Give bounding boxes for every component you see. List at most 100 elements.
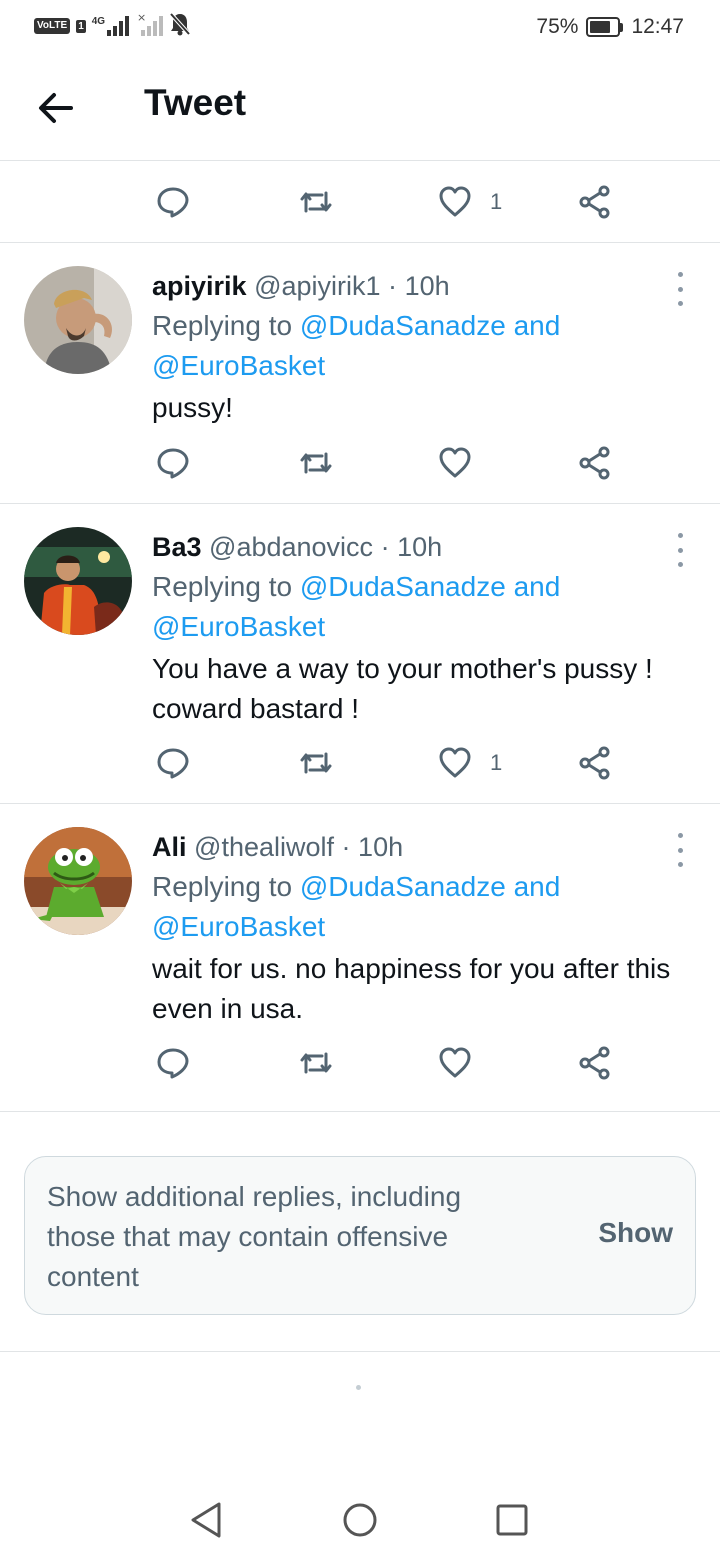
retweet-icon [300,452,332,474]
heart-icon [439,747,471,778]
reply-button[interactable] [156,733,190,793]
reply-icon [157,1048,189,1079]
retweet-icon [300,752,332,774]
more-options-button[interactable] [670,272,690,306]
share-icon [579,185,610,219]
heart-icon [439,186,471,217]
mention-link[interactable]: @DudaSanadze [300,871,506,902]
reply-button[interactable] [156,172,190,232]
separator: · [388,271,398,301]
more-options-button[interactable] [670,833,690,867]
main-tweet-actions: 1 [0,172,720,232]
more-dot-icon [677,533,683,538]
show-button[interactable]: Show [598,1217,673,1249]
share-icon [579,1046,610,1080]
network-type: 4G [91,16,106,27]
back-button[interactable] [32,84,80,132]
signal-icon: 4G [92,16,131,36]
tweet-actions [0,433,720,493]
retweet-button[interactable] [298,733,334,793]
separator: · [341,832,351,862]
divider [0,1111,720,1112]
replying-prefix: Replying to [152,571,293,602]
share-button[interactable] [578,1033,612,1093]
replying-to: Replying to @DudaSanadze and @EuroBasket [152,306,672,386]
status-bar: VoLTE 1 4G × 75% 12:47 [0,0,720,52]
retweet-icon [300,1052,332,1074]
display-name[interactable]: Ali [152,832,187,862]
share-button[interactable] [578,733,612,793]
mention-link[interactable]: @EuroBasket [152,350,325,381]
like-button[interactable] [438,1033,490,1093]
mention-link[interactable]: @DudaSanadze [300,310,506,341]
mention-and[interactable]: and [514,871,561,902]
clock: 12:47 [631,15,684,38]
recents-square-icon [496,1504,528,1536]
nav-recents-button[interactable] [488,1496,536,1544]
tweet-text: pussy! [152,392,233,423]
mention-link[interactable]: @DudaSanadze [300,571,506,602]
like-button[interactable]: 1 [438,172,502,232]
like-button[interactable] [438,433,490,493]
retweet-button[interactable] [298,1033,334,1093]
retweet-button[interactable] [298,433,334,493]
arrow-left-icon [39,93,73,123]
battery-icon [586,17,624,37]
timestamp[interactable]: 10h [405,271,450,301]
more-dot-icon [677,272,683,277]
replying-to: Replying to @DudaSanadze and @EuroBasket [152,567,672,647]
like-count: 1 [490,189,503,214]
replying-to: Replying to @DudaSanadze and @EuroBasket [152,867,672,947]
retweet-icon [300,191,332,213]
replying-prefix: Replying to [152,310,293,341]
volte-badge: VoLTE [34,18,71,34]
mention-link[interactable]: @EuroBasket [152,911,325,942]
mention-link[interactable]: @EuroBasket [152,611,325,642]
retweet-button[interactable] [298,172,334,232]
like-button[interactable]: 1 [438,733,502,793]
display-name[interactable]: Ba3 [152,532,202,562]
timestamp[interactable]: 10h [397,532,442,562]
more-options-button[interactable] [670,533,690,567]
divider [0,1351,720,1352]
display-name[interactable]: apiyirik [152,271,247,301]
nav-home-button[interactable] [336,1496,384,1544]
mute-icon [169,12,191,41]
replying-prefix: Replying to [152,871,293,902]
signal-off-icon: × [137,11,164,41]
avatar[interactable] [24,266,132,374]
share-button[interactable] [578,433,612,493]
status-left: VoLTE 1 4G × [34,11,191,41]
tweet-header: apiyirik @apiyirik1 · 10h [152,266,450,306]
separator: · [380,532,390,562]
tweet-header: Ali @thealiwolf · 10h [152,827,403,867]
nav-back-button[interactable] [182,1496,230,1544]
home-circle-icon [343,1503,377,1537]
tweet-header: Ba3 @abdanovicc · 10h [152,527,442,567]
reply-icon [157,748,189,779]
back-triangle-icon [191,1502,221,1538]
user-handle[interactable]: @abdanovicc [209,532,373,562]
svg-text:×: × [137,12,146,24]
reply-button[interactable] [156,433,190,493]
user-handle[interactable]: @thealiwolf [194,832,334,862]
timestamp[interactable]: 10h [358,832,403,862]
avatar[interactable] [24,527,132,635]
mention-and[interactable]: and [514,310,561,341]
page-title: Tweet [144,82,247,123]
loading-dot-icon [356,1385,361,1390]
avatar[interactable] [24,827,132,935]
share-button[interactable] [578,172,612,232]
user-handle[interactable]: @apiyirik1 [254,271,380,301]
mention-and[interactable]: and [514,571,561,602]
additional-replies-card[interactable]: Show additional replies, including those… [24,1156,696,1315]
like-count: 1 [490,750,503,775]
divider [0,242,720,243]
tweet-text: wait for us. no happiness for you after … [152,953,671,1024]
reply-icon [157,448,189,479]
battery-percent: 75% [536,15,579,38]
additional-replies-text: Show additional replies, including those… [47,1181,462,1292]
header: Tweet [0,52,720,161]
reply-button[interactable] [156,1033,190,1093]
tweet-actions: 1 [0,733,720,793]
